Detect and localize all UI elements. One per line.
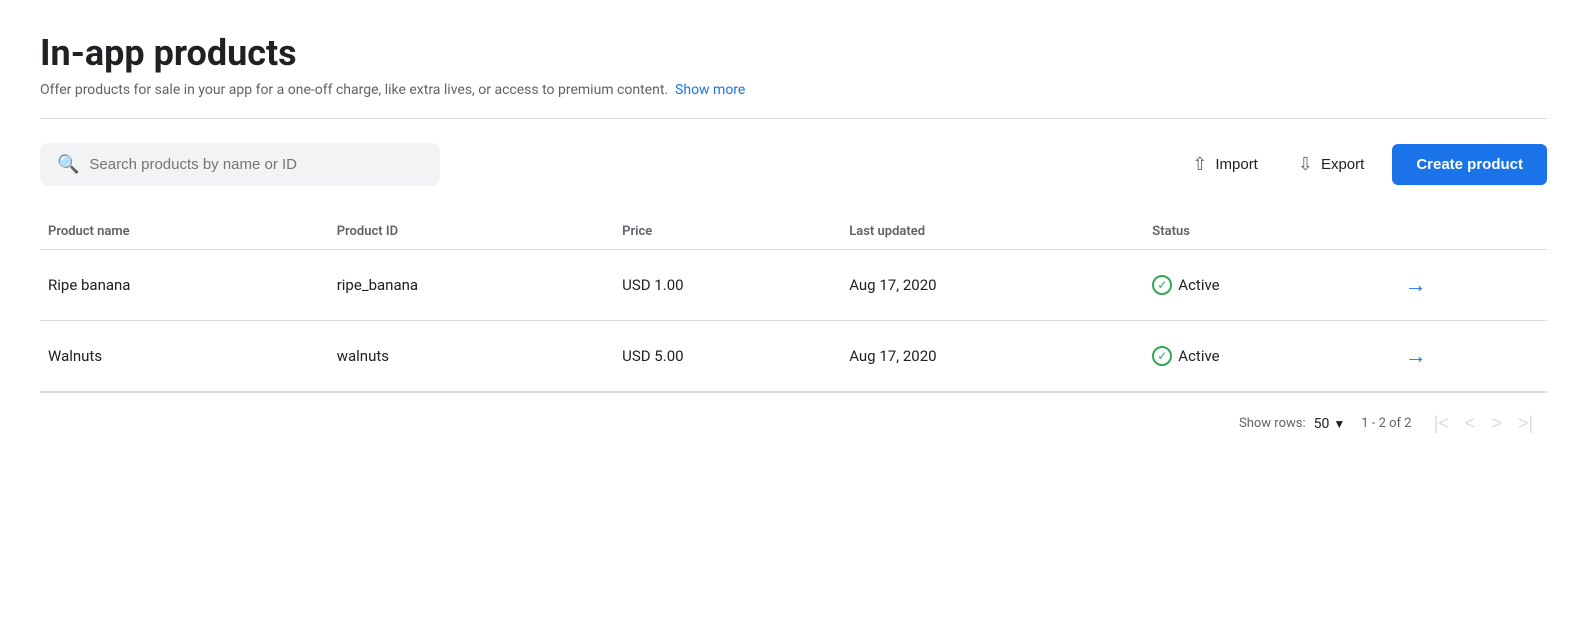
cell-id-1: walnuts — [329, 321, 614, 392]
import-button[interactable]: ⇧ Import — [1180, 146, 1270, 183]
section-divider — [40, 118, 1547, 119]
rows-per-page-select[interactable]: 50 ▼ — [1314, 416, 1346, 432]
row-arrow-button-0[interactable]: → — [1397, 268, 1435, 302]
next-page-button[interactable]: > — [1485, 409, 1508, 438]
page-subtitle: Offer products for sale in your app for … — [40, 82, 1547, 98]
status-label-1: Active — [1178, 347, 1219, 365]
cell-status-0: ✓ Active — [1144, 250, 1388, 321]
cell-price-0: USD 1.00 — [614, 250, 841, 321]
pagination: Show rows: 50 ▼ 1 - 2 of 2 |< < > >| — [40, 392, 1547, 442]
table-body: Ripe banana ripe_banana USD 1.00 Aug 17,… — [40, 250, 1547, 392]
toolbar: 🔍 ⇧ Import ⇩ Export Create product — [40, 143, 1547, 186]
search-box[interactable]: 🔍 — [40, 143, 440, 186]
cell-status-1: ✓ Active — [1144, 321, 1388, 392]
cell-name-1: Walnuts — [40, 321, 329, 392]
table-header: Product name Product ID Price Last updat… — [40, 214, 1547, 250]
create-product-button[interactable]: Create product — [1392, 144, 1547, 185]
export-icon: ⇩ — [1298, 154, 1313, 175]
show-more-link[interactable]: Show more — [675, 82, 745, 98]
table-row: Walnuts walnuts USD 5.00 Aug 17, 2020 ✓ … — [40, 321, 1547, 392]
search-input[interactable] — [89, 156, 423, 173]
last-page-button[interactable]: >| — [1512, 409, 1539, 438]
row-arrow-button-1[interactable]: → — [1397, 339, 1435, 373]
show-rows-control: Show rows: 50 ▼ — [1239, 416, 1345, 432]
cell-updated-1: Aug 17, 2020 — [841, 321, 1144, 392]
cell-price-1: USD 5.00 — [614, 321, 841, 392]
status-active-icon-0: ✓ — [1152, 275, 1172, 295]
export-button[interactable]: ⇩ Export — [1286, 146, 1376, 183]
col-header-name: Product name — [40, 214, 329, 250]
page-info: 1 - 2 of 2 — [1361, 416, 1411, 431]
col-header-action — [1389, 214, 1547, 250]
cell-id-0: ripe_banana — [329, 250, 614, 321]
cell-action-1[interactable]: → — [1389, 321, 1547, 392]
rows-dropdown-icon: ▼ — [1333, 417, 1345, 431]
col-header-updated: Last updated — [841, 214, 1144, 250]
import-icon: ⇧ — [1192, 154, 1207, 175]
search-icon: 🔍 — [57, 154, 79, 175]
page-title: In-app products — [40, 32, 1547, 74]
table-row: Ripe banana ripe_banana USD 1.00 Aug 17,… — [40, 250, 1547, 321]
cell-updated-0: Aug 17, 2020 — [841, 250, 1144, 321]
first-page-button[interactable]: |< — [1428, 409, 1455, 438]
cell-name-0: Ripe banana — [40, 250, 329, 321]
pagination-nav: |< < > >| — [1428, 409, 1539, 438]
show-rows-label: Show rows: — [1239, 416, 1306, 431]
col-header-id: Product ID — [329, 214, 614, 250]
col-header-status: Status — [1144, 214, 1388, 250]
col-header-price: Price — [614, 214, 841, 250]
prev-page-button[interactable]: < — [1459, 409, 1482, 438]
status-label-0: Active — [1178, 276, 1219, 294]
cell-action-0[interactable]: → — [1389, 250, 1547, 321]
products-table: Product name Product ID Price Last updat… — [40, 214, 1547, 392]
status-active-icon-1: ✓ — [1152, 346, 1172, 366]
rows-per-page-value: 50 — [1314, 416, 1330, 432]
